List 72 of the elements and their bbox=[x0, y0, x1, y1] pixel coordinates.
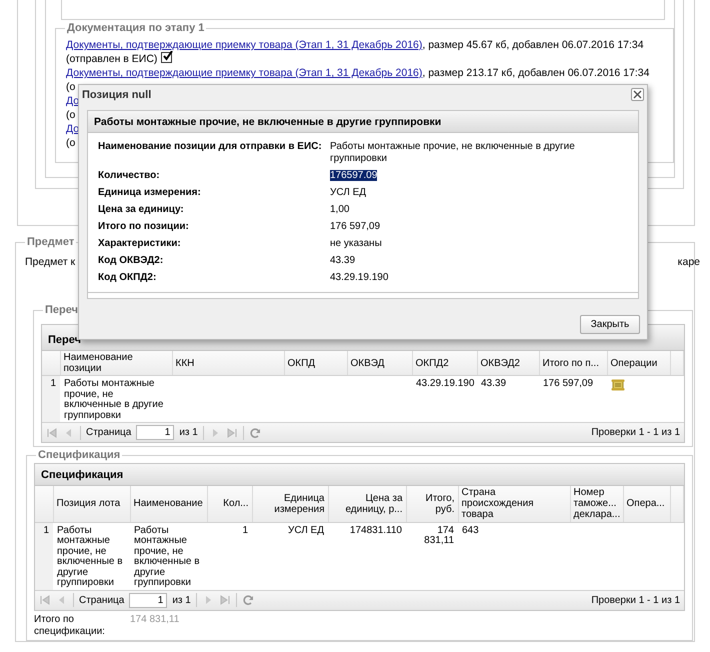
field-value: 1,00 bbox=[330, 204, 350, 215]
column-header[interactable]: ККН bbox=[176, 358, 194, 368]
table-cell-text: Работы монтажные прочие, не включенные в другие группировки bbox=[64, 379, 164, 421]
section-legend: Предмет bbox=[25, 236, 76, 248]
first-page-icon[interactable] bbox=[39, 594, 51, 606]
page-count: из 1 bbox=[179, 427, 198, 438]
panel-title: Работы монтажные прочие, не включенные в другие группировки bbox=[94, 116, 442, 128]
field-label: Количество: bbox=[98, 170, 161, 182]
table-cell-text: 174 831,11 bbox=[423, 526, 454, 546]
table-cell: 1 bbox=[242, 526, 248, 536]
table-cell: 43.39 bbox=[481, 379, 506, 390]
row-number: 1 bbox=[50, 379, 56, 390]
records-summary: Проверки 1 - 1 из 1 bbox=[591, 594, 680, 606]
field-value: 176597.09 bbox=[330, 170, 378, 181]
field-value: 176 597,09 bbox=[330, 221, 380, 232]
checkbox[interactable] bbox=[161, 52, 172, 63]
table-cell: 643 bbox=[462, 526, 479, 536]
field-value: УСЛ ЕД bbox=[330, 187, 366, 198]
status-text: (о bbox=[66, 109, 76, 121]
field-label: Наименование позиции для отправки в ЕИС: bbox=[98, 141, 323, 154]
page-input[interactable]: 1 bbox=[136, 425, 174, 440]
page-input[interactable]: 1 bbox=[129, 592, 168, 608]
table-cell: 176 597,09 bbox=[543, 379, 594, 390]
section-legend: Спецификация bbox=[36, 449, 122, 461]
refresh-icon[interactable] bbox=[248, 426, 261, 438]
table-cell-text: Работы монтажные прочие, не включенные в другие группировки bbox=[134, 526, 201, 588]
field-value: Работы монтажные прочие, не включенные в другие группировки bbox=[330, 141, 575, 164]
page-label: Страница bbox=[86, 427, 132, 438]
first-page-icon[interactable] bbox=[46, 426, 58, 438]
document-link[interactable]: До bbox=[66, 123, 80, 135]
document-link[interactable]: Документы, подтверждающие приемку товара (Этап 1, 31 Декабрь 2016) bbox=[66, 67, 422, 79]
last-page-icon[interactable] bbox=[226, 426, 238, 438]
status-text: (о bbox=[66, 81, 76, 93]
section-legend: Документация по этапу 1 bbox=[65, 22, 206, 34]
total-label: Итого по спецификации: bbox=[34, 614, 106, 638]
field-label: Цена за единицу: bbox=[98, 204, 185, 216]
grid-title: Спецификация bbox=[41, 469, 124, 481]
table-cell: УСЛ ЕД bbox=[288, 526, 324, 536]
records-summary: Проверки 1 - 1 из 1 bbox=[591, 427, 680, 438]
subject-text: Предмет к bbox=[25, 256, 76, 270]
close-button[interactable]: Закрыть bbox=[580, 315, 640, 334]
field-value: 43.29.19.190 bbox=[330, 272, 388, 283]
field-value: не указаны bbox=[330, 238, 382, 249]
total-value: 174 831,11 bbox=[130, 614, 180, 624]
page-label: Страница bbox=[79, 594, 124, 606]
subject-text: каре bbox=[678, 256, 700, 270]
document-entry: Документы, подтверждающие приемку товара (Этап 1, 31 Декабрь 2016), размер 213.17 кб, добавлен 06.07.2016 17:34 bbox=[66, 67, 650, 79]
dialog-title: Позиция null bbox=[82, 88, 152, 100]
grid-title: Переч bbox=[48, 334, 81, 346]
document-link[interactable]: До bbox=[66, 95, 80, 107]
field-label: Код ОКВЭД2: bbox=[98, 255, 164, 267]
field-label: Единица измерения: bbox=[98, 187, 202, 199]
field-label: Код ОКПД2: bbox=[98, 272, 158, 284]
close-button[interactable] bbox=[631, 88, 644, 101]
refresh-icon[interactable] bbox=[242, 594, 254, 606]
column-header[interactable]: Кол... bbox=[223, 498, 248, 510]
last-page-icon[interactable] bbox=[218, 594, 231, 606]
table-cell: 43.29.19.190 bbox=[416, 379, 473, 390]
field-label: Характеристики: bbox=[98, 238, 182, 250]
scroll-icon[interactable] bbox=[611, 379, 625, 391]
column-header[interactable]: ОКПД bbox=[288, 358, 316, 368]
document-link[interactable]: Документы, подтверждающие приемку товара (Этап 1, 31 Декабрь 2016) bbox=[66, 39, 422, 51]
table-cell-text: Работы монтажные прочие, не включенные в другие группировки bbox=[57, 526, 124, 588]
status-text: (о bbox=[66, 137, 76, 149]
section-legend: Переч bbox=[43, 304, 80, 316]
page-count: из 1 bbox=[172, 594, 191, 606]
document-entry: Документы, подтверждающие приемку товара (Этап 1, 31 Декабрь 2016), размер 45.67 кб, добавлен 06.07.2016 17:34 bbox=[66, 39, 644, 51]
field-value: 43.39 bbox=[330, 255, 356, 266]
row-number: 1 bbox=[43, 526, 49, 536]
status-text: (отправлен в ЕИС) bbox=[66, 53, 158, 65]
table-cell: 174831.110 bbox=[350, 526, 402, 536]
field-label: Итого по позиции: bbox=[98, 221, 190, 233]
